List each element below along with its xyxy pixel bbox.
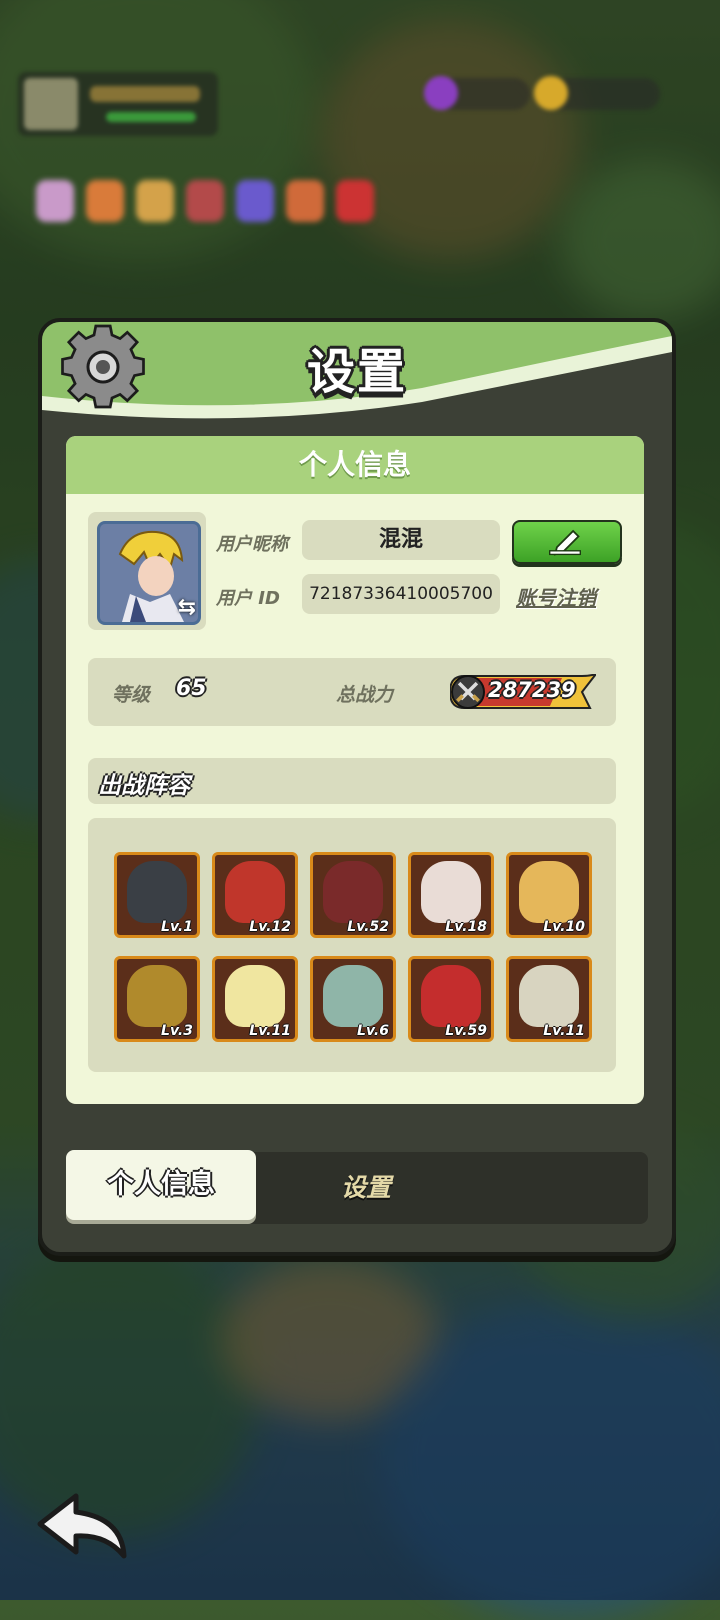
hero-card[interactable]: Lv.6	[310, 956, 396, 1042]
power-value: 287239	[488, 678, 576, 702]
hero-level: Lv.6	[357, 1023, 389, 1039]
lineup-grid: Lv.1 Lv.12 Lv.52 Lv.18 Lv.10 Lv.3 Lv.11 Lv.6 Lv.…	[88, 818, 616, 1072]
hero-card[interactable]: Lv.52	[310, 852, 396, 938]
hero-portrait	[519, 861, 579, 923]
hero-card[interactable]: Lv.11	[212, 956, 298, 1042]
pencil-icon	[549, 529, 581, 556]
edit-nickname-button[interactable]	[512, 520, 622, 564]
nickname-field: 混混	[302, 520, 500, 560]
hero-card[interactable]: Lv.1	[114, 852, 200, 938]
user-id-label: 用户 ID	[216, 588, 280, 609]
gem-counter	[424, 76, 530, 110]
hero-portrait	[225, 965, 285, 1027]
hero-card[interactable]: Lv.18	[408, 852, 494, 938]
deregister-account-link[interactable]: 账号注销	[516, 582, 596, 611]
hero-level: Lv.10	[543, 919, 585, 935]
user-id-field: 72187336410005700	[302, 574, 500, 614]
panel-title: 设置	[306, 344, 407, 400]
nickname-label: 用户昵称	[216, 534, 288, 555]
hero-level: Lv.12	[249, 919, 291, 935]
hero-portrait	[127, 965, 187, 1027]
bottom-tab-bar: 个人信息 设置	[66, 1150, 648, 1224]
level-value: 65	[176, 676, 207, 701]
hero-level: Lv.52	[347, 919, 389, 935]
lineup-title: 出战阵容	[98, 773, 190, 799]
hero-portrait	[323, 861, 383, 923]
power-badge: 287239	[450, 674, 596, 710]
profile-card: 个人信息 ⇆ 用户昵称 混混 用户 ID 72187336410005700 账…	[66, 436, 644, 1104]
hero-portrait	[421, 861, 481, 923]
power-label: 总战力	[336, 684, 394, 706]
hero-card[interactable]: Lv.12	[212, 852, 298, 938]
settings-panel: 设置 个人信息 ⇆ 用户昵称 混混 用户 ID 7218733641000570…	[38, 318, 676, 1256]
avatar-frame[interactable]: ⇆	[88, 512, 206, 630]
hero-portrait	[127, 861, 187, 923]
back-arrow-icon[interactable]	[36, 1490, 132, 1560]
team-heads	[36, 180, 374, 222]
gold-counter	[534, 76, 660, 110]
level-label: 等级	[112, 684, 151, 706]
profile-card-title: 个人信息	[66, 436, 644, 494]
hero-card[interactable]: Lv.10	[506, 852, 592, 938]
tab-settings[interactable]: 设置	[316, 1152, 416, 1224]
avatar[interactable]: ⇆	[97, 521, 201, 625]
hero-level: Lv.3	[161, 1023, 193, 1039]
hero-portrait	[225, 861, 285, 923]
lineup-header: 出战阵容	[88, 758, 616, 804]
stats-row: 等级 65 总战力 287239	[88, 658, 616, 726]
hero-card[interactable]: Lv.3	[114, 956, 200, 1042]
hero-card[interactable]: Lv.11	[506, 956, 592, 1042]
hero-level: Lv.59	[445, 1023, 487, 1039]
hero-portrait	[421, 965, 481, 1027]
player-hud	[18, 72, 218, 136]
hero-portrait	[519, 965, 579, 1027]
swap-avatar-icon[interactable]: ⇆	[178, 595, 196, 620]
hero-level: Lv.1	[161, 919, 193, 935]
hero-portrait	[323, 965, 383, 1027]
crossed-swords-icon	[456, 681, 480, 703]
tab-profile[interactable]: 个人信息	[66, 1150, 256, 1220]
hero-level: Lv.11	[249, 1023, 291, 1039]
hero-level: Lv.11	[543, 1023, 585, 1039]
hero-level: Lv.18	[445, 919, 487, 935]
hero-card[interactable]: Lv.59	[408, 956, 494, 1042]
